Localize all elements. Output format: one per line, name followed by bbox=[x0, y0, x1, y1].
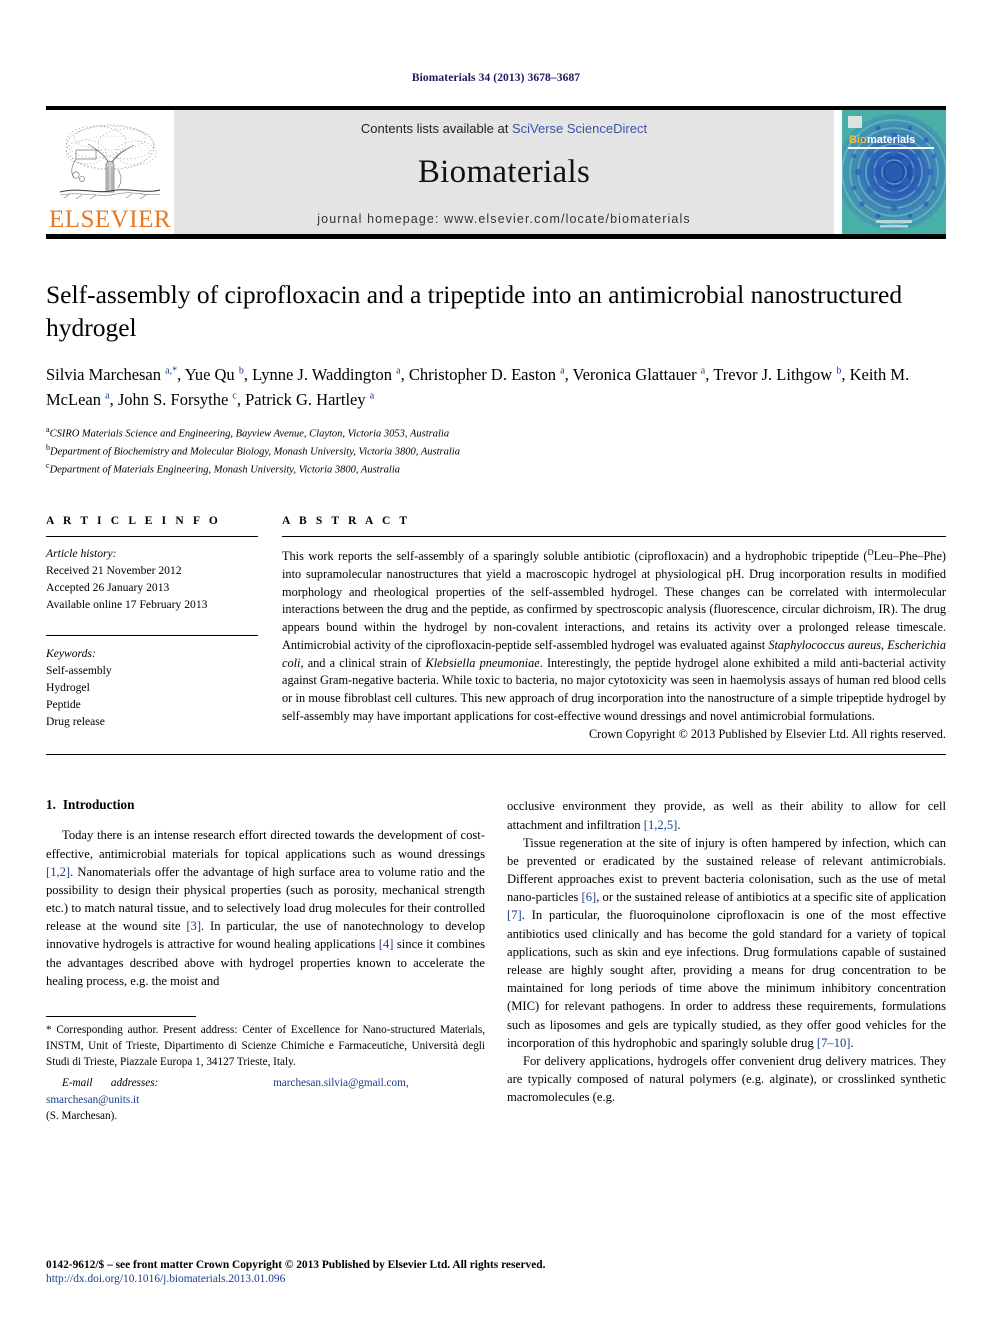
masthead-bottom-rule bbox=[46, 234, 946, 239]
article-info-heading: A R T I C L E I N F O bbox=[46, 515, 221, 528]
journal-cover-thumbnail: Bio materials bbox=[834, 110, 952, 234]
affiliation-text-c: Department of Materials Engineering, Mon… bbox=[49, 464, 401, 475]
affiliation-list: aCSIRO Materials Science and Engineering… bbox=[46, 424, 946, 477]
journal-masthead: ELSEVIER Contents lists available at Sci… bbox=[46, 106, 952, 239]
body-column-right: occlusive environment they provide, as w… bbox=[507, 797, 946, 1123]
footnote-block: * Corresponding author. Present address:… bbox=[46, 1016, 485, 1124]
info-abstract-block: A R T I C L E I N F O Article history: R… bbox=[46, 515, 946, 742]
keywords-block: Keywords: Self-assembly Hydrogel Peptide… bbox=[46, 635, 258, 730]
article-page: Biomaterials 34 (2013) 3678–3687 ELSEVIE… bbox=[0, 0, 992, 1323]
paragraph: For delivery applications, hydrogels off… bbox=[507, 1053, 946, 1105]
keyword-item: Peptide bbox=[46, 698, 81, 712]
journal-homepage-link[interactable]: journal homepage: www.elsevier.com/locat… bbox=[317, 212, 690, 226]
affiliation-c: cDepartment of Materials Engineering, Mo… bbox=[46, 460, 946, 478]
paragraph: Today there is an intense research effor… bbox=[46, 828, 485, 988]
section-number: 1. bbox=[46, 797, 56, 813]
abstract-rule bbox=[282, 536, 946, 538]
cover-image: Bio materials bbox=[836, 110, 952, 234]
issn-copyright-line: 0142-9612/$ – see front matter Crown Cop… bbox=[46, 1259, 546, 1271]
affiliation-a: aCSIRO Materials Science and Engineering… bbox=[46, 424, 946, 442]
keyword-item: Self-assembly bbox=[46, 664, 112, 678]
sciencedirect-link[interactable]: SciVerse ScienceDirect bbox=[512, 121, 647, 136]
journal-title: Biomaterials bbox=[417, 154, 591, 190]
affiliation-b: bDepartment of Biochemistry and Molecula… bbox=[46, 442, 946, 460]
article-history-label: Article history: bbox=[46, 547, 117, 561]
affiliation-text-a: CSIRO Materials Science and Engineering,… bbox=[49, 428, 450, 440]
affiliation-text-b: Department of Biochemistry and Molecular… bbox=[50, 446, 460, 458]
contents-line: Contents lists available at SciVerse Sci… bbox=[361, 121, 647, 136]
email-label: E-mail addresses: bbox=[62, 1077, 159, 1090]
body-columns: 1. Introduction Today there is an intense… bbox=[46, 797, 946, 1123]
section-heading-introduction: 1. Introduction bbox=[46, 797, 485, 813]
article-info-column: A R T I C L E I N F O Article history: R… bbox=[46, 515, 258, 742]
abstract-copyright: Crown Copyright © 2013 Published by Else… bbox=[588, 727, 946, 742]
history-received: Received 21 November 2012 bbox=[46, 564, 182, 578]
email-note: E-mail addresses: marchesan.silvia@gmail… bbox=[46, 1075, 485, 1123]
cover-title-bio: Bio bbox=[849, 134, 867, 146]
contents-prefix: Contents lists available at bbox=[360, 121, 512, 136]
abstract-bottom-rule bbox=[46, 754, 946, 756]
paragraph: Tissue regeneration at the site of injur… bbox=[507, 835, 947, 1050]
abstract-heading: A B S T R A C T bbox=[282, 515, 411, 528]
keyword-item: Hydrogel bbox=[46, 681, 90, 695]
running-head: Biomaterials 34 (2013) 3678–3687 bbox=[411, 72, 581, 84]
email-link-2[interactable]: smarchesan@units.it bbox=[46, 1094, 139, 1106]
footnote-rule bbox=[46, 1016, 196, 1018]
corresponding-author-note: * Corresponding author. Present address:… bbox=[46, 1024, 485, 1069]
elsevier-tree-icon bbox=[56, 120, 164, 206]
article-history: Article history: Received 21 November 20… bbox=[46, 545, 258, 613]
section-title: Introduction bbox=[62, 797, 135, 813]
cover-title-materials: materials bbox=[867, 134, 915, 146]
paragraph: occlusive environment they provide, as w… bbox=[507, 799, 946, 832]
article-info-rule bbox=[46, 536, 258, 538]
abstract-column: A B S T R A C T This work reports the se… bbox=[282, 515, 946, 742]
legal-footer: 0142-9612/$ – see front matter Crown Cop… bbox=[46, 1259, 646, 1285]
email-link-1[interactable]: marchesan.silvia@gmail.com, bbox=[273, 1077, 409, 1089]
keyword-item: Drug release bbox=[46, 715, 105, 729]
history-accepted: Accepted 26 January 2013 bbox=[46, 581, 170, 595]
elsevier-logo: ELSEVIER bbox=[46, 110, 174, 234]
sciencedirect-band: Contents lists available at SciVerse Sci… bbox=[174, 110, 834, 234]
abstract-text: This work reports the self-assembly of a… bbox=[282, 547, 947, 723]
doi-link[interactable]: http://dx.doi.org/10.1016/j.biomaterials… bbox=[46, 1273, 646, 1285]
body-column-left: 1. Introduction Today there is an intense… bbox=[46, 797, 485, 1123]
elsevier-wordmark: ELSEVIER bbox=[48, 206, 172, 233]
history-online: Available online 17 February 2013 bbox=[46, 598, 208, 612]
article-title: Self-assembly of ciprofloxacin and a tri… bbox=[46, 280, 903, 342]
email-attribution: (S. Marchesan). bbox=[46, 1109, 118, 1122]
keywords-label: Keywords: bbox=[46, 647, 96, 661]
author-list: Silvia Marchesan a,*, Yue Qu b, Lynne J.… bbox=[46, 365, 910, 409]
